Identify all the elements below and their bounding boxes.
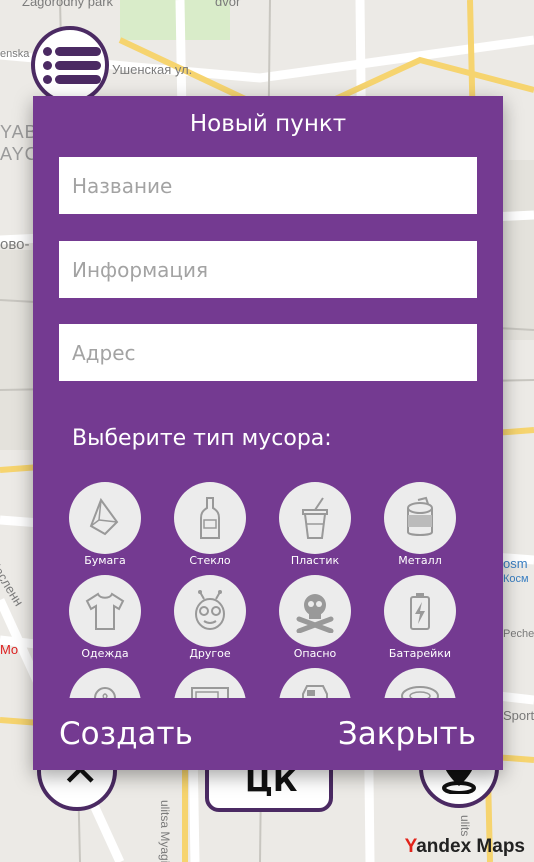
waste-type-glass[interactable]: Стекло [164,474,256,567]
menu-button[interactable] [31,26,109,104]
address-field[interactable] [59,324,477,381]
new-point-dialog: Новый пункт Выберите тип мусора: Бумага … [33,96,503,770]
waste-type-clothes[interactable]: Одежда [59,567,151,660]
lightbulb-icon [69,668,141,698]
battery-icon [384,575,456,647]
waste-type-other[interactable]: Другое [164,567,256,660]
name-field[interactable] [59,157,477,214]
dialog-title: Новый пункт [189,111,347,137]
appliance-icon [174,668,246,698]
waste-type-label: Другое [189,647,231,660]
map-label-street: Sport [503,708,534,723]
waste-type-tires[interactable] [374,660,466,698]
waste-type-appliances[interactable] [164,660,256,698]
milk-carton-icon [279,668,351,698]
yandex-maps-attribution[interactable]: Yandex Maps [405,836,525,858]
close-button[interactable]: Закрыть [338,716,476,752]
waste-type-paper[interactable]: Бумага [59,474,151,567]
map-label-street: ulits [458,815,472,837]
waste-type-label: Стекло [189,554,231,567]
waste-type-label: Опасно [293,647,337,660]
map-label-street: ulitsa Myagi [158,800,172,862]
map-label-metro: Mo [0,642,19,657]
waste-type-prompt: Выберите тип мусора: [72,426,332,451]
waste-type-label: Одежда [81,647,129,660]
waste-type-hazardous[interactable]: Опасно [269,567,361,660]
waste-type-cartons[interactable] [269,660,361,698]
skull-icon [279,575,351,647]
alien-icon [174,575,246,647]
metal-can-icon [384,482,456,554]
info-field[interactable] [59,241,477,298]
map-label-street: osm [503,556,528,571]
waste-type-batteries[interactable]: Батарейки [374,567,466,660]
map-label-street: Ушенская ул. [112,62,193,77]
waste-type-label: Пластик [290,554,340,567]
map-label-street: Pecher [503,628,534,640]
map-label-dvor: dvor [215,0,241,9]
map-label-street: ово- [0,236,30,253]
map-label-park: Zagorodny park [22,0,114,9]
waste-type-lamps[interactable] [59,660,151,698]
map-label-street: enska [0,48,30,60]
glass-bottle-icon [174,482,246,554]
waste-type-metal[interactable]: Металл [374,474,466,567]
waste-type-plastic[interactable]: Пластик [269,474,361,567]
create-button[interactable]: Создать [59,716,193,752]
tire-icon [384,668,456,698]
plastic-cup-icon [279,482,351,554]
waste-type-grid[interactable]: Бумага Стекло Пластик Металл Одежда Друг… [59,474,477,698]
paper-icon [69,482,141,554]
waste-type-label: Металл [398,554,442,567]
waste-type-label: Батарейки [388,647,452,660]
waste-type-label: Бумага [84,554,126,567]
map-label-street: Косм [503,573,529,585]
tshirt-icon [69,575,141,647]
